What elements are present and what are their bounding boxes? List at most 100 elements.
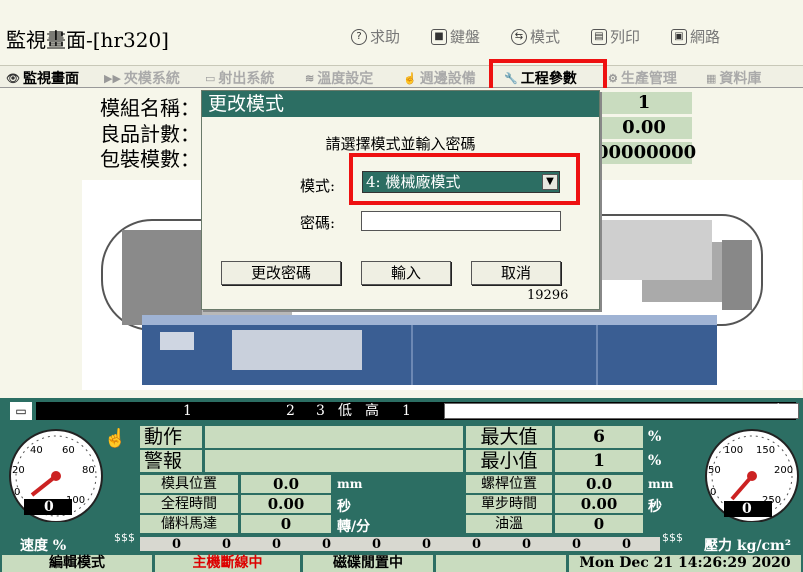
mold-position-value: 0.0: [241, 475, 331, 493]
step-time-unit: 秒: [648, 499, 662, 515]
svg-text:200: 200: [774, 465, 793, 476]
tab-temperature[interactable]: ≋ 溫度設定: [305, 68, 373, 88]
tab-bar: 👁 監視畫面 ▶▶ 夾模系統 ▭ 射出系統 ≋ 溫度設定 ☝ 週邊設備 🔧 工程參數 ⚙ 生產…: [0, 66, 803, 88]
network-icon: ▣: [671, 28, 687, 45]
dialog-title: 更改模式: [202, 91, 599, 117]
svg-text:40: 40: [30, 445, 43, 456]
good-count-value: 0.00: [596, 117, 692, 139]
tab-database[interactable]: ▦ 資料庫: [706, 68, 761, 88]
min-label: 最小值: [466, 450, 552, 472]
keyboard-button[interactable]: ■ 鍵盤: [431, 26, 480, 47]
change-password-button[interactable]: 更改密碼: [221, 261, 341, 285]
eye-icon: 👁: [6, 71, 20, 85]
change-mode-dialog: 更改模式 請選擇模式並輸入密碼 模式: 4: 機械廠模式 ▼ 密碼: 更改密碼 …: [201, 90, 600, 310]
oil-temp-label: 油溫: [466, 515, 552, 533]
status-disk: 磁碟閒置中: [303, 555, 433, 572]
svg-text:100: 100: [724, 445, 743, 456]
injection-icon: ▭: [205, 71, 216, 85]
pressure-value: 0: [742, 501, 752, 517]
speed-value: 0: [44, 499, 54, 515]
tab-injection[interactable]: ▭ 射出系統: [205, 68, 274, 88]
action-value: [205, 426, 463, 448]
app-title: 監視畫面-[hr320]: [6, 28, 169, 52]
pressure-label: 壓力 kg/cm²: [704, 538, 791, 554]
mold-position-label: 模具位置: [140, 475, 238, 493]
mold-name-value: 1: [596, 92, 692, 114]
tab-peripheral[interactable]: ☝ 週邊設備: [403, 68, 476, 88]
speed-gauge: 40 60 20 80 0 100: [9, 429, 103, 522]
screw-position-unit: mm: [648, 477, 674, 491]
enter-button[interactable]: 輸入: [361, 261, 451, 285]
cycle-time-unit: 秒: [337, 499, 351, 515]
status-panel: ▭ 1 2 3 低 高 1 ⇶ 40 60 20 80 0 100 0 ☝ 10…: [0, 398, 803, 572]
max-value: 6: [555, 426, 643, 448]
status-host: 主機斷線中: [155, 555, 300, 572]
network-button[interactable]: ▣ 網路: [671, 26, 720, 47]
cycle-time-value: 0.00: [241, 495, 331, 513]
status-bar: 編輯模式 主機斷線中 磁碟閒置中 Mon Dec 21 14:26:29 202…: [0, 554, 803, 572]
pack-count-label: 包裝模數：: [100, 147, 200, 171]
alarm-label: 警報: [140, 450, 202, 472]
help-icon: ?: [351, 28, 367, 45]
temperature-icon: ≋: [305, 71, 315, 85]
dialog-prompt: 請選擇模式並輸入密碼: [325, 135, 476, 153]
speed-label: 速度 %: [20, 538, 67, 554]
hand-icon: ☝: [403, 71, 417, 85]
password-input[interactable]: [361, 211, 561, 231]
svg-text:50: 50: [708, 465, 721, 476]
database-icon: ▦: [706, 71, 717, 85]
svg-text:60: 60: [62, 445, 75, 456]
progress-bar-right: [444, 403, 799, 419]
cancel-button[interactable]: 取消: [471, 261, 561, 285]
storage-motor-label: 儲料馬達: [140, 515, 238, 533]
min-value: 1: [555, 450, 643, 472]
svg-text:0: 0: [710, 487, 716, 498]
password-label: 密碼:: [300, 214, 336, 232]
step-time-value: 0.00: [555, 495, 643, 513]
oil-temp-value: 0: [555, 515, 643, 533]
alarm-value: [205, 450, 463, 472]
scale-bar: 0 0 0 0 0 0 0 0 0 0: [140, 537, 660, 552]
tab-production[interactable]: ⚙ 生產管理: [608, 68, 677, 88]
status-blank: [436, 555, 566, 572]
storage-motor-unit: 轉/分: [337, 519, 371, 535]
max-label: 最大值: [466, 426, 552, 448]
mode-label: 模式:: [300, 177, 336, 195]
action-label: 動作: [140, 426, 202, 448]
dialog-code: 19296: [527, 288, 569, 303]
tab-monitor[interactable]: 👁 監視畫面: [6, 68, 79, 88]
svg-text:0: 0: [14, 487, 20, 498]
production-icon: ⚙: [608, 71, 618, 85]
hand-pointer-icon[interactable]: ☝: [104, 428, 126, 449]
left-scale-icon[interactable]: $$$: [114, 531, 135, 544]
status-datetime: Mon Dec 21 14:26:29 2020: [569, 555, 801, 572]
cycle-time-label: 全程時間: [140, 495, 238, 513]
step-time-label: 單步時間: [466, 495, 552, 513]
tab-clamp[interactable]: ▶▶ 夾模系統: [104, 68, 180, 88]
clamp-icon: ▶▶: [104, 71, 121, 85]
progress-bar: 1 2 3 低 高 1: [36, 402, 799, 420]
screen-icon[interactable]: ▭: [10, 402, 32, 420]
storage-motor-value: 0: [241, 515, 331, 533]
status-mode: 編輯模式: [2, 555, 152, 572]
min-unit: %: [648, 453, 662, 469]
help-button[interactable]: ? 求助: [351, 26, 400, 47]
svg-text:20: 20: [12, 465, 25, 476]
pressure-gauge: 100 150 50 200 0 250: [705, 429, 799, 522]
printer-icon: ▤: [591, 28, 607, 45]
mode-select-highlight: [349, 153, 580, 205]
title-bar: 監視畫面-[hr320] ? 求助 ■ 鍵盤 ⇆ 模式 ▤ 列印 ▣ 網路: [0, 0, 803, 66]
print-button[interactable]: ▤ 列印: [591, 26, 640, 47]
speed-icon[interactable]: ⇶: [771, 402, 797, 420]
mold-name-label: 模組名稱：: [100, 96, 200, 120]
svg-text:150: 150: [756, 445, 775, 456]
svg-text:80: 80: [82, 465, 95, 476]
pack-count-value: 00000000: [596, 142, 697, 164]
right-scale-icon[interactable]: $$$: [662, 531, 683, 544]
keyboard-icon: ■: [431, 28, 447, 45]
mold-position-unit: mm: [337, 477, 363, 491]
screw-position-value: 0.0: [555, 475, 643, 493]
max-unit: %: [648, 429, 662, 445]
mode-button[interactable]: ⇆ 模式: [511, 26, 560, 47]
screw-position-label: 螺桿位置: [466, 475, 552, 493]
